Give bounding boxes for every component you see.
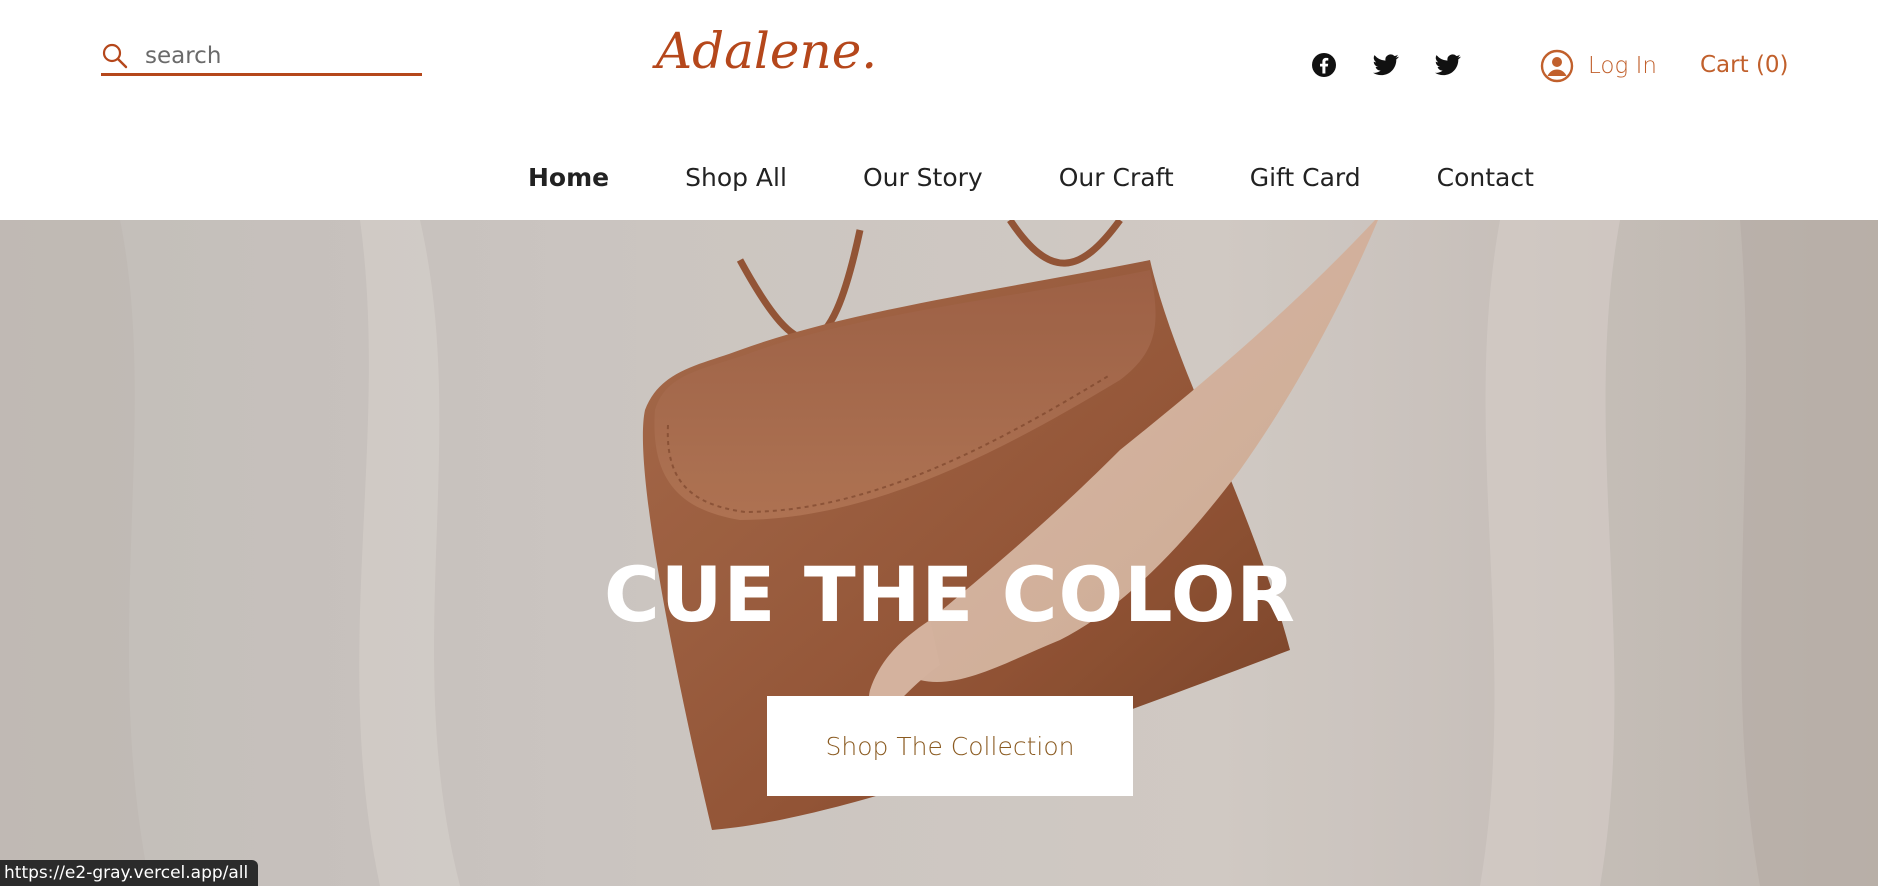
facebook-icon[interactable] — [1309, 50, 1339, 80]
search-input[interactable] — [145, 39, 405, 72]
hero-title: CUE THE COLOR — [604, 550, 1296, 639]
user-icon — [1540, 49, 1574, 83]
nav-gift-card[interactable]: Gift Card — [1250, 158, 1361, 198]
cart-button[interactable]: Cart (0) — [1700, 52, 1789, 78]
nav-items: Home Shop All Our Story Our Craft Gift C… — [490, 158, 1572, 198]
twitter-icon[interactable] — [1433, 50, 1463, 80]
site-header: Adalene. Log In Cart (0) Home Shop All O… — [0, 0, 1878, 220]
nav-our-story[interactable]: Our Story — [863, 158, 983, 198]
shop-collection-button[interactable]: Shop The Collection — [767, 696, 1133, 796]
nav-contact[interactable]: Contact — [1437, 158, 1534, 198]
login-label: Log In — [1588, 53, 1657, 79]
status-bar-url: https://e2-gray.vercel.app/all — [0, 860, 259, 886]
site-logo[interactable]: Adalene. — [656, 22, 877, 82]
login-button[interactable]: Log In — [1540, 46, 1657, 86]
nav-our-craft[interactable]: Our Craft — [1059, 158, 1174, 198]
search-icon[interactable] — [101, 42, 129, 70]
main-nav: Home Shop All Our Story Our Craft Gift C… — [0, 158, 1878, 202]
search-bar[interactable] — [101, 38, 422, 76]
nav-home[interactable]: Home — [528, 158, 609, 198]
nav-shop-all[interactable]: Shop All — [685, 158, 787, 198]
hero-banner: CUE THE COLOR Shop The Collection — [0, 220, 1878, 886]
twitter-icon[interactable] — [1371, 50, 1401, 80]
